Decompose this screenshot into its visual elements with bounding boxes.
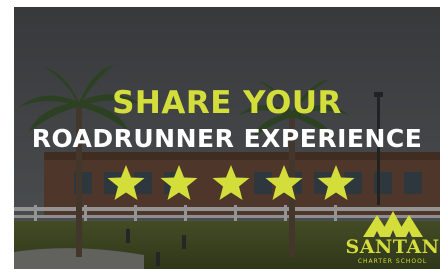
rating-stars	[106, 163, 356, 203]
headline-roadrunner-experience: ROADRUNNER EXPERIENCE	[31, 124, 423, 153]
star-icon	[107, 165, 145, 200]
mountain-logo-icon	[363, 211, 423, 237]
star-icon	[160, 165, 197, 200]
promo-banner: SHARE YOUR ROADRUNNER EXPERIENCE SANTAN …	[14, 7, 440, 269]
logo-subtitle: CHARTER SCHOOL	[357, 258, 428, 265]
star-icon	[265, 165, 302, 200]
santan-logo: SANTAN CHARTER SCHOOL	[345, 207, 440, 269]
headline-share-your: SHARE YOUR	[112, 85, 342, 121]
star-icon	[317, 165, 355, 200]
star-icon	[212, 165, 250, 200]
logo-name: SANTAN	[345, 236, 440, 258]
